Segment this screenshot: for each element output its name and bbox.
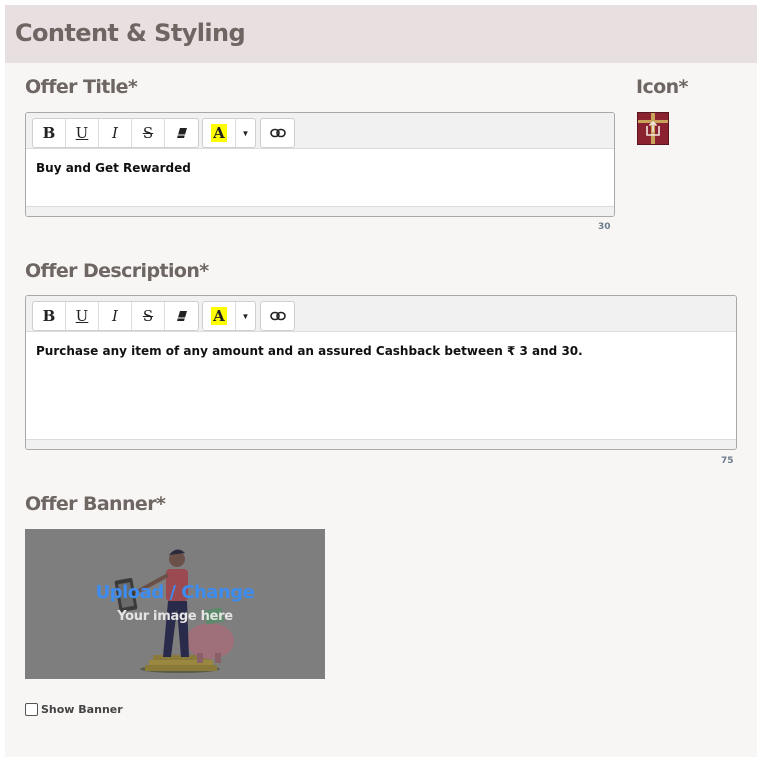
clear-format-button[interactable]: [165, 302, 198, 330]
offer-banner-upload[interactable]: Upload / Change Your image here: [25, 529, 325, 679]
offer-description-input[interactable]: Purchase any item of any amount and an a…: [26, 332, 736, 440]
offer-description-statusbar: [26, 439, 736, 449]
banner-illustration: [114, 549, 234, 673]
bold-button[interactable]: B: [33, 119, 66, 147]
offer-title-editor: B U I S A ▼ Buy and Get Rewarded: [25, 112, 615, 217]
underline-button[interactable]: U: [66, 302, 99, 330]
bold-button[interactable]: B: [33, 302, 66, 330]
format-button-group: B U I S: [32, 301, 199, 331]
offer-description-char-count: 75: [721, 456, 734, 466]
highlight-button-group: A ▼: [202, 301, 256, 331]
offer-title-char-count: 30: [598, 222, 611, 232]
strikethrough-button[interactable]: S: [132, 302, 165, 330]
offer-title-statusbar: [26, 206, 614, 216]
offer-description-label: Offer Description*: [25, 260, 209, 282]
icon-label: Icon*: [636, 76, 688, 98]
show-banner-option[interactable]: Show Banner: [25, 703, 123, 716]
italic-button[interactable]: I: [99, 302, 132, 330]
format-button-group: B U I S: [32, 118, 199, 148]
show-banner-checkbox[interactable]: [25, 703, 38, 716]
banner-placeholder-text: Your image here: [117, 609, 233, 624]
panel-title: Content & Styling: [15, 19, 246, 47]
show-banner-label: Show Banner: [41, 703, 123, 716]
offer-description-toolbar: B U I S A ▼: [26, 296, 736, 332]
highlight-a-icon: A: [211, 124, 227, 142]
link-button-group: [260, 301, 295, 331]
offer-title-input[interactable]: Buy and Get Rewarded: [26, 149, 614, 207]
upload-gift-icon: [638, 113, 668, 144]
strikethrough-button[interactable]: S: [132, 119, 165, 147]
link-button-group: [260, 118, 295, 148]
link-icon: [269, 128, 286, 138]
highlight-button-group: A ▼: [202, 118, 256, 148]
panel-header: Content & Styling: [5, 5, 757, 63]
underline-button[interactable]: U: [66, 119, 99, 147]
highlight-dropdown-button[interactable]: ▼: [236, 119, 255, 147]
eraser-icon: [176, 128, 187, 138]
offer-title-label: Offer Title*: [25, 76, 138, 98]
clear-format-button[interactable]: [165, 119, 198, 147]
offer-title-toolbar: B U I S A ▼: [26, 113, 614, 149]
caret-down-icon: ▼: [241, 311, 250, 321]
caret-down-icon: ▼: [241, 128, 250, 138]
highlight-dropdown-button[interactable]: ▼: [236, 302, 255, 330]
offer-banner-label: Offer Banner*: [25, 493, 166, 515]
banner-upload-link[interactable]: Upload / Change: [25, 582, 325, 603]
highlight-a-icon: A: [211, 307, 227, 325]
highlight-color-button[interactable]: A: [203, 119, 236, 147]
offer-description-editor: B U I S A ▼ Purchase any item of any amo…: [25, 295, 737, 450]
offer-description-text: Purchase any item of any amount and an a…: [36, 344, 583, 358]
link-icon: [269, 311, 286, 321]
offer-title-text: Buy and Get Rewarded: [36, 161, 191, 175]
insert-link-button[interactable]: [261, 119, 294, 147]
italic-button[interactable]: I: [99, 119, 132, 147]
highlight-color-button[interactable]: A: [203, 302, 236, 330]
offer-icon-upload[interactable]: [637, 112, 669, 145]
insert-link-button[interactable]: [261, 302, 294, 330]
eraser-icon: [176, 311, 187, 321]
